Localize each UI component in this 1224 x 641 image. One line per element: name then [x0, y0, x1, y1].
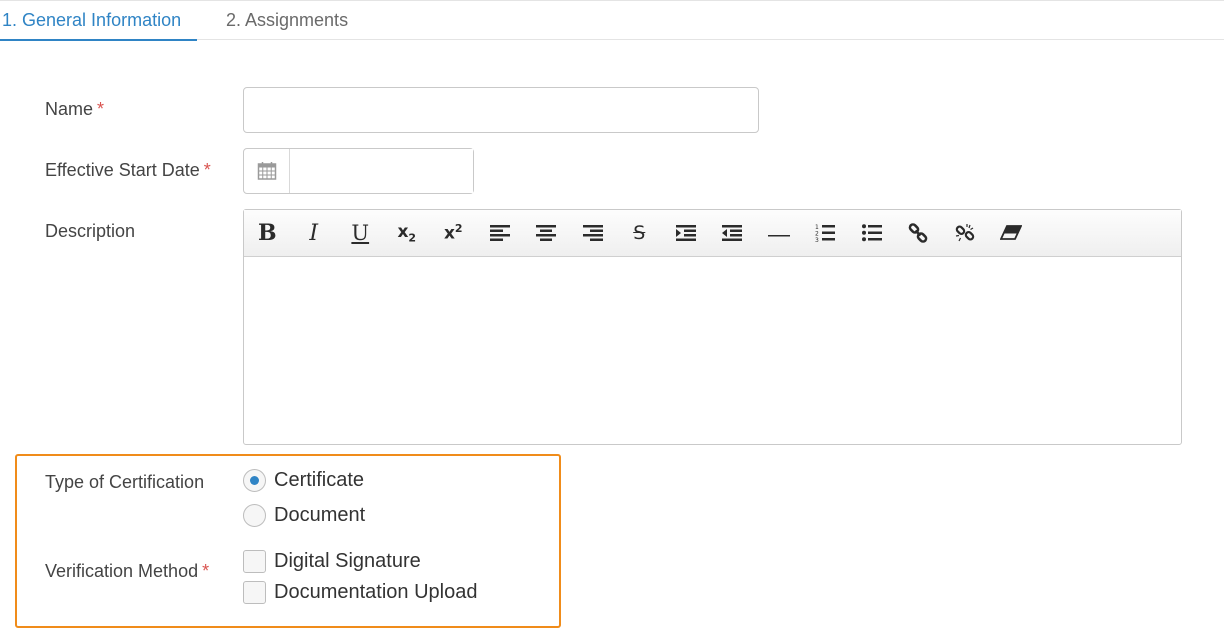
eraser-icon: [1000, 225, 1023, 240]
required-marker: *: [203, 160, 211, 180]
superscript-button[interactable]: x2: [430, 213, 477, 253]
indent-button[interactable]: [663, 213, 710, 253]
calendar-button[interactable]: [244, 149, 290, 193]
superscript-icon: x2: [443, 222, 463, 244]
checkbox-label-digital-signature: Digital Signature: [274, 549, 421, 572]
strikethrough-button[interactable]: S: [616, 213, 663, 253]
link-button[interactable]: [895, 213, 942, 253]
align-right-button[interactable]: [570, 213, 617, 253]
radio-label-certificate: Certificate: [274, 468, 365, 491]
remove-format-button[interactable]: [988, 213, 1035, 253]
align-right-icon: [582, 225, 603, 241]
radio-option-certificate[interactable]: Certificate: [243, 467, 364, 493]
align-left-button[interactable]: [477, 213, 524, 253]
type-of-certification-label: Type of Certification: [45, 472, 205, 492]
description-editor: B I U x2 x2 S 1 2 3: [243, 209, 1182, 445]
horizontal-rule-icon: [767, 235, 790, 237]
bold-button[interactable]: B: [244, 213, 291, 253]
bold-icon: B: [257, 220, 277, 246]
subscript-button[interactable]: x2: [384, 213, 431, 253]
subscript-icon: x2: [397, 221, 417, 245]
required-marker: *: [97, 99, 105, 119]
checkbox-option-digital-signature[interactable]: Digital Signature: [243, 548, 421, 574]
start-date-label: Effective Start Date *: [45, 160, 211, 181]
editor-toolbar: B I U x2 x2 S 1 2 3: [244, 210, 1181, 257]
outdent-button[interactable]: [709, 213, 756, 253]
unordered-list-icon: [861, 224, 882, 242]
align-center-button[interactable]: [523, 213, 570, 253]
start-date-picker: [243, 148, 474, 194]
name-label: Name *: [45, 99, 104, 120]
radio-button-checked[interactable]: [243, 468, 266, 492]
tab-assignments[interactable]: 2. Assignments: [226, 1, 348, 41]
description-label: Description: [45, 221, 136, 241]
calendar-icon: [257, 162, 276, 180]
radio-option-document[interactable]: Document: [243, 502, 365, 528]
ordered-list-button[interactable]: 123: [802, 213, 849, 253]
verification-method-label: Verification Method *: [45, 561, 209, 582]
checkbox[interactable]: [243, 549, 266, 573]
start-date-label-text: Effective Start Date: [45, 160, 200, 180]
name-label-text: Name: [45, 99, 94, 119]
strikethrough-icon: S: [633, 222, 646, 244]
checkbox-option-documentation-upload[interactable]: Documentation Upload: [243, 579, 477, 605]
start-date-input[interactable]: [291, 149, 473, 193]
radio-button[interactable]: [243, 503, 266, 527]
tab-general-information[interactable]: 1. General Information: [0, 1, 197, 41]
unlink-button[interactable]: [942, 213, 989, 253]
editor-content-area[interactable]: [244, 257, 1181, 444]
link-icon: [908, 223, 928, 243]
underline-icon: U: [351, 221, 370, 245]
indent-icon: [675, 225, 696, 241]
checkbox[interactable]: [243, 580, 266, 604]
outdent-icon: [722, 225, 743, 241]
tab-bar: 1. General Information 2. Assignments: [0, 0, 1224, 41]
unordered-list-button[interactable]: [849, 213, 896, 253]
checkbox-label-documentation-upload: Documentation Upload: [274, 580, 478, 603]
verification-method-label-text: Verification Method: [45, 561, 199, 581]
name-input[interactable]: [243, 87, 759, 133]
svg-text:3: 3: [815, 237, 819, 242]
align-left-icon: [489, 225, 510, 241]
italic-button[interactable]: I: [291, 213, 338, 253]
unlink-icon: [955, 224, 974, 242]
required-marker: *: [202, 561, 210, 581]
ordered-list-icon: 123: [815, 224, 836, 242]
radio-label-document: Document: [274, 503, 366, 526]
horizontal-rule-button[interactable]: [756, 213, 803, 253]
align-center-icon: [536, 225, 557, 241]
underline-button[interactable]: U: [337, 213, 384, 253]
italic-icon: I: [309, 220, 319, 246]
